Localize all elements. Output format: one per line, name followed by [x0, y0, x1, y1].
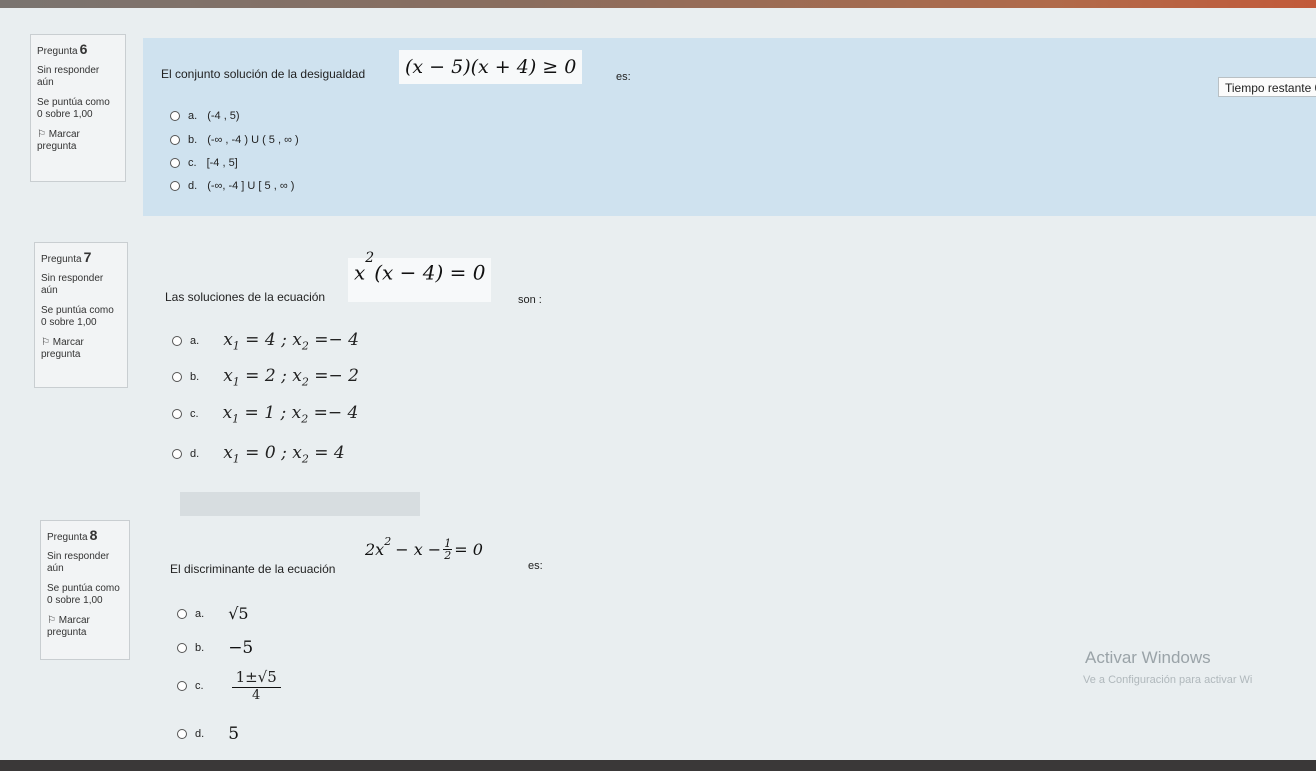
status-text: Sin responder [41, 273, 104, 284]
option-math: √5 [228, 604, 249, 623]
radio-button[interactable] [170, 158, 180, 168]
option-b[interactable]: b. (-∞ , -4 ) U ( 5 , ∞ ) [170, 134, 299, 146]
option-text: (-∞, -4 ] U [ 5 , ∞ ) [207, 180, 295, 192]
radio-button[interactable] [170, 111, 180, 121]
flag-question-button[interactable]: ⚐ Marcar pregunta [47, 615, 123, 639]
option-d[interactable]: d. 5 [177, 724, 239, 744]
math-exponent: 2 [365, 250, 375, 266]
radio-button[interactable] [172, 372, 182, 383]
option-math: −5 [228, 638, 254, 658]
window-top-bar [0, 0, 1316, 8]
inequality-math: (x − 5)(x + 4) ≥ 0 [399, 50, 583, 84]
option-math: x1 = 0 ; x2 = 4 [223, 443, 345, 466]
status-text: Sin responder [37, 65, 100, 76]
time-remaining-box: Tiempo restante 0 [1218, 77, 1316, 97]
question-number: 6 [79, 41, 88, 57]
score-value: 0 sobre 1,00 [41, 317, 97, 328]
question-prompt: El discriminante de la ecuación [170, 562, 336, 576]
window-bottom-bar [0, 760, 1316, 771]
score-value: 0 sobre 1,00 [47, 595, 103, 606]
question-number: 7 [83, 249, 92, 265]
question-label: Pregunta [41, 254, 82, 265]
radio-button[interactable] [177, 643, 187, 653]
radio-button[interactable] [177, 680, 187, 691]
option-math: 1±√5 4 [231, 668, 281, 703]
option-math: x1 = 2 ; x2 =− 2 [223, 366, 359, 389]
status-text: aún [41, 285, 58, 296]
math-exponent: 2 [384, 535, 392, 548]
option-text: (-4 , 5) [207, 110, 240, 122]
flag-label: pregunta [41, 349, 81, 360]
flag-icon: ⚐ [37, 129, 46, 140]
option-d[interactable]: d. x1 = 0 ; x2 = 4 [172, 443, 345, 465]
option-math: x1 = 1 ; x2 =− 4 [222, 403, 359, 426]
activation-watermark-subtitle: Ve a Configuración para activar Wi [1083, 674, 1253, 686]
radio-button[interactable] [177, 608, 187, 619]
math-term: − x − [395, 540, 442, 559]
option-b[interactable]: b. −5 [177, 638, 253, 658]
option-c[interactable]: c. 1±√5 4 [177, 668, 281, 703]
flag-question-button[interactable]: ⚐ Marcar pregunta [41, 337, 121, 361]
option-a[interactable]: a. √5 [177, 604, 249, 623]
radio-button[interactable] [172, 409, 182, 420]
equation-math: 2x 2 − x − 12 = 0 [365, 535, 483, 562]
flag-label: Marcar [52, 337, 84, 348]
option-math: x1 = 4 ; x2 =− 4 [223, 330, 359, 353]
option-text: (-∞ , -4 ) U ( 5 , ∞ ) [207, 134, 299, 146]
question-number: 8 [89, 527, 98, 543]
option-b[interactable]: b. x1 = 2 ; x2 =− 2 [172, 366, 359, 388]
flag-icon: ⚐ [47, 615, 56, 626]
question-label: Pregunta [47, 532, 88, 543]
math-rest: (x − 4) = 0 [374, 260, 486, 285]
option-text: [-4 , 5] [206, 157, 238, 169]
math-fraction: 12 [443, 537, 453, 562]
math-term: = 0 [454, 540, 483, 559]
option-d[interactable]: d. (-∞, -4 ] U [ 5 , ∞ ) [170, 180, 294, 192]
status-text: aún [47, 563, 64, 574]
equation-math: x2(x − 4) = 0 [348, 250, 492, 302]
flag-icon: ⚐ [41, 337, 50, 348]
question-prompt-end: son : [518, 294, 542, 306]
score-value: 0 sobre 1,00 [37, 109, 93, 120]
radio-button[interactable] [170, 181, 180, 191]
question-prompt-end: es: [616, 71, 631, 83]
radio-button[interactable] [172, 336, 182, 347]
radio-button[interactable] [177, 729, 187, 739]
question-prompt: Las soluciones de la ecuación [165, 290, 326, 304]
question-info-6: Pregunta 6 Sin responder aún Se puntúa co… [30, 34, 126, 182]
status-text: aún [37, 77, 54, 88]
option-c[interactable]: c. [-4 , 5] [170, 157, 238, 169]
flag-question-button[interactable]: ⚐ Marcar pregunta [37, 129, 119, 153]
question-label: Pregunta [37, 46, 78, 57]
option-c[interactable]: c. x1 = 1 ; x2 =− 4 [172, 403, 358, 425]
question-prompt-end: es: [528, 560, 543, 572]
flag-label: pregunta [47, 627, 87, 638]
radio-button[interactable] [172, 449, 182, 460]
flag-label: Marcar [58, 615, 90, 626]
question-prompt: El conjunto solución de la desigualdad [161, 67, 366, 81]
flag-label: pregunta [37, 141, 77, 152]
score-label: Se puntúa como [41, 305, 114, 316]
radio-button[interactable] [170, 135, 180, 145]
option-a[interactable]: a. x1 = 4 ; x2 =− 4 [172, 330, 359, 352]
option-a[interactable]: a. (-4 , 5) [170, 110, 240, 122]
activation-watermark-title: Activar Windows [1085, 648, 1211, 667]
separator-band [180, 492, 420, 516]
score-label: Se puntúa como [37, 97, 110, 108]
question-info-7: Pregunta 7 Sin responder aún Se puntúa co… [34, 242, 128, 388]
flag-label: Marcar [48, 129, 80, 140]
option-math: 5 [228, 724, 240, 744]
math-base: x [354, 260, 366, 285]
question-content-6: El conjunto solución de la desigualdad (… [143, 38, 1316, 216]
question-info-8: Pregunta 8 Sin responder aún Se puntúa co… [40, 520, 130, 660]
math-term: 2x [365, 540, 385, 559]
status-text: Sin responder [47, 551, 110, 562]
score-label: Se puntúa como [47, 583, 120, 594]
